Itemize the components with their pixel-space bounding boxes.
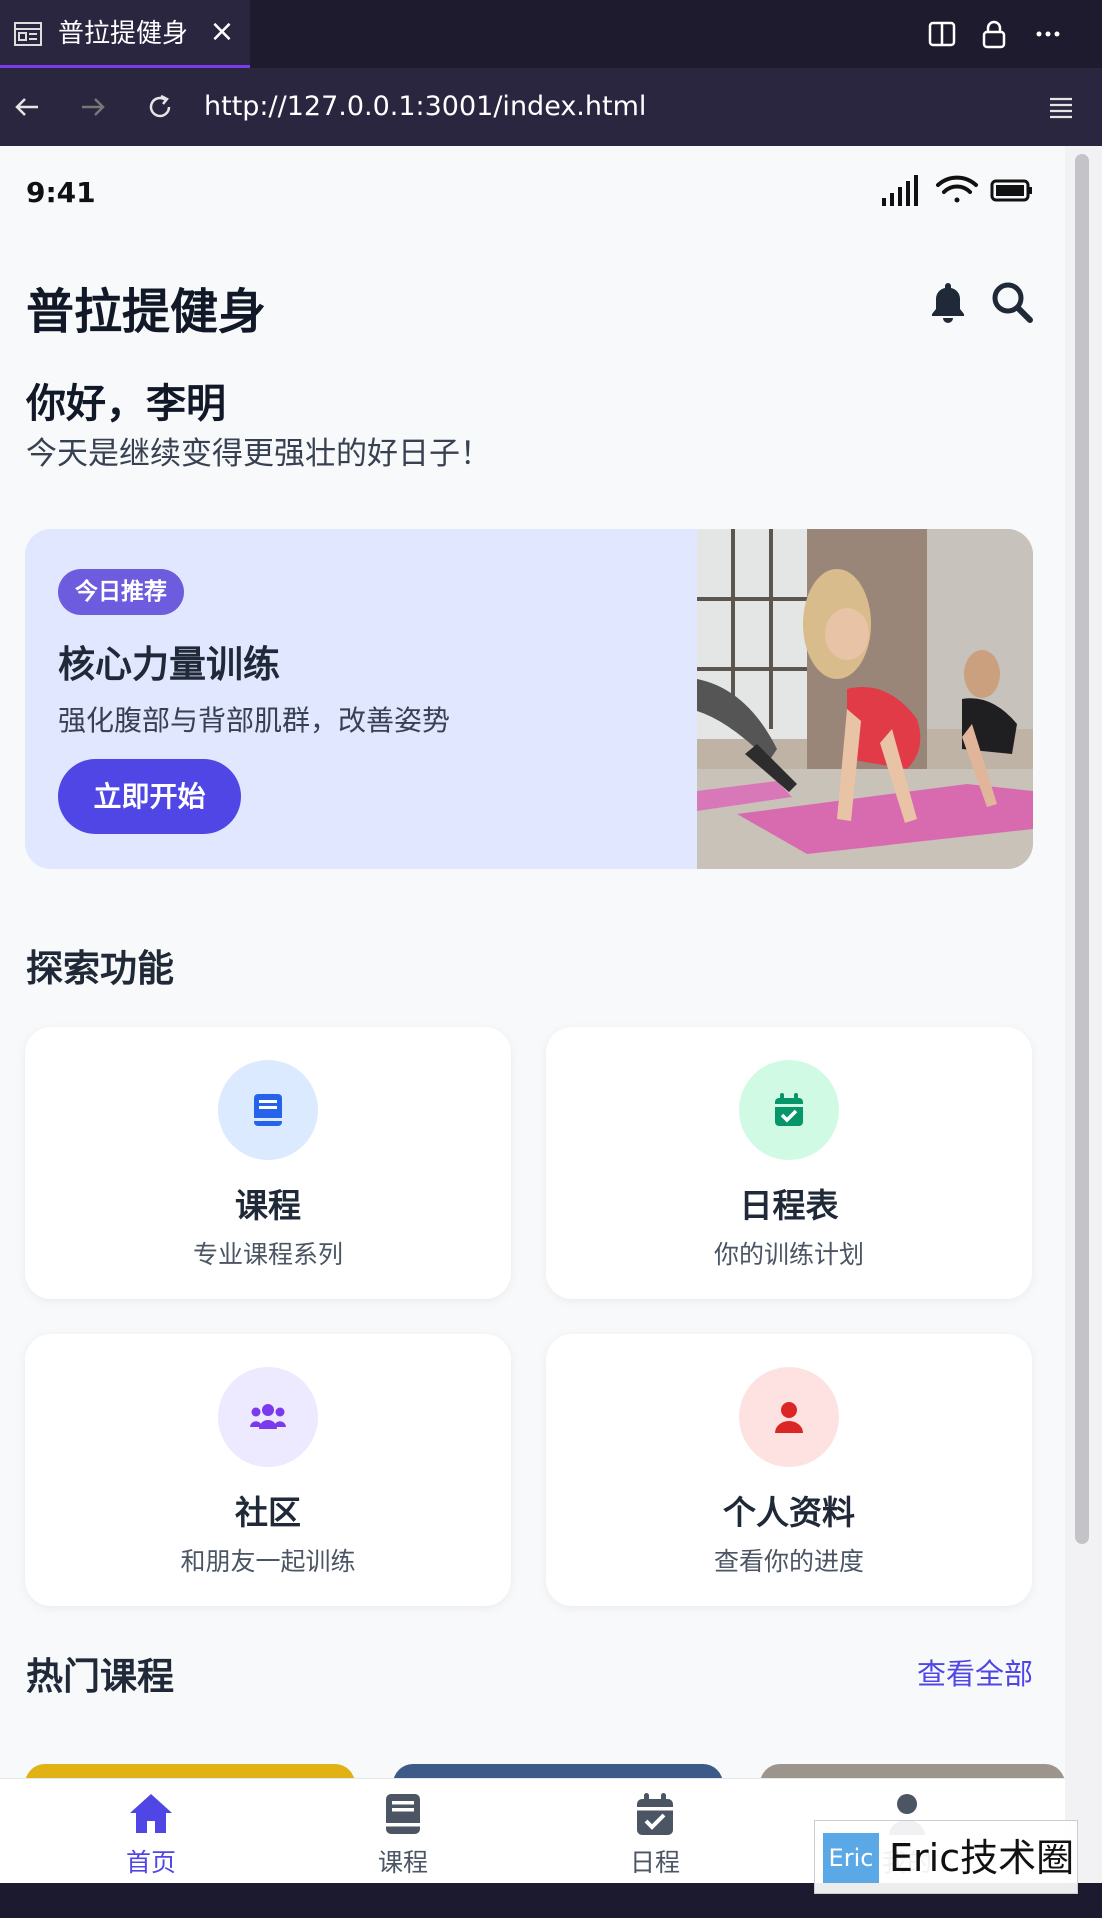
feature-card-profile[interactable]: 个人资料 查看你的进度 [546, 1334, 1032, 1606]
users-icon [250, 1404, 286, 1429]
browser-nav-bar: http://127.0.0.1:3001/index.html [0, 68, 1102, 146]
close-icon[interactable]: × [208, 17, 236, 47]
tab-title: 普拉提健身 [58, 19, 189, 49]
page-scrollbar[interactable] [1065, 146, 1102, 1883]
watermark-text: Eric技术圈 [889, 1836, 1075, 1880]
popular-section-title: 热门课程 [26, 1655, 174, 1698]
watermark-badge: Eric [823, 1833, 879, 1883]
page-icon [14, 22, 42, 46]
app-title: 普拉提健身 [26, 284, 267, 340]
feature-card-schedule[interactable]: 日程表 你的训练计划 [546, 1027, 1032, 1299]
recommendation-title: 核心力量训练 [58, 643, 280, 686]
recommendation-badge: 今日推荐 [58, 569, 184, 615]
reload-icon[interactable] [143, 90, 177, 124]
menu-icon[interactable] [1044, 90, 1078, 124]
search-icon[interactable] [990, 280, 1034, 324]
feature-icon-circle [739, 1060, 839, 1160]
wifi-icon [936, 175, 978, 203]
forward-arrow-icon[interactable] [76, 90, 110, 124]
feature-title: 日程表 [739, 1186, 839, 1225]
feature-card-community[interactable]: 社区 和朋友一起训练 [25, 1334, 511, 1606]
calendar-check-icon [637, 1793, 673, 1835]
feature-card-courses[interactable]: 课程 专业课程系列 [25, 1027, 511, 1299]
signal-icon [882, 175, 918, 206]
nav-item-courses[interactable]: 课程 [328, 1779, 478, 1883]
feature-subtitle: 专业课程系列 [192, 1240, 343, 1269]
browser-tab[interactable]: 普拉提健身 × [0, 0, 250, 68]
status-icons [882, 175, 1032, 206]
nav-label: 课程 [377, 1848, 428, 1877]
feature-subtitle: 你的训练计划 [713, 1240, 864, 1269]
nav-item-home[interactable]: 首页 [76, 1779, 226, 1883]
status-time: 9:41 [26, 176, 96, 209]
feature-icon-circle [218, 1367, 318, 1467]
book-icon [254, 1094, 282, 1126]
lock-icon[interactable] [978, 18, 1010, 50]
feature-subtitle: 和朋友一起训练 [180, 1547, 356, 1576]
address-bar[interactable]: http://127.0.0.1:3001/index.html [204, 86, 646, 128]
feature-subtitle: 查看你的进度 [713, 1547, 864, 1576]
page-viewport: 9:41 普拉提健身 你好，李明 今天是继续变得更强壮的好日子！ 今日推荐 核心… [0, 146, 1065, 1883]
nav-item-schedule[interactable]: 日程 [580, 1779, 730, 1883]
feature-title: 个人资料 [723, 1493, 855, 1532]
split-view-icon[interactable] [926, 18, 958, 50]
explore-section-title: 探索功能 [26, 947, 174, 990]
recommendation-card[interactable]: 今日推荐 核心力量训练 强化腹部与背部肌群，改善姿势 立即开始 [25, 529, 1033, 869]
feature-title: 社区 [235, 1493, 301, 1532]
feature-title: 课程 [235, 1186, 301, 1225]
calendar-check-icon [775, 1093, 803, 1126]
scrollbar-thumb[interactable] [1075, 154, 1089, 1544]
recommendation-description: 强化腹部与背部肌群，改善姿势 [58, 704, 451, 737]
browser-tab-bar: 普拉提健身 × [0, 0, 1102, 68]
book-icon [386, 1794, 420, 1834]
nav-label: 首页 [125, 1848, 176, 1877]
watermark: Eric Eric技术圈 [814, 1820, 1078, 1894]
feature-icon-circle [739, 1367, 839, 1467]
bell-icon[interactable] [928, 280, 968, 324]
feature-icon-circle [218, 1060, 318, 1160]
start-now-button[interactable]: 立即开始 [58, 759, 241, 834]
greeting-subtitle: 今天是继续变得更强壮的好日子！ [26, 436, 491, 472]
more-options-icon[interactable] [1032, 18, 1064, 50]
pilates-class-photo [697, 529, 1033, 869]
back-arrow-icon[interactable] [10, 90, 44, 124]
nav-label: 日程 [629, 1848, 680, 1877]
view-all-link[interactable]: 查看全部 [917, 1651, 1033, 1693]
user-icon [775, 1402, 803, 1433]
home-icon [130, 1794, 172, 1833]
greeting-title: 你好，李明 [26, 381, 226, 427]
battery-icon [990, 179, 1032, 202]
